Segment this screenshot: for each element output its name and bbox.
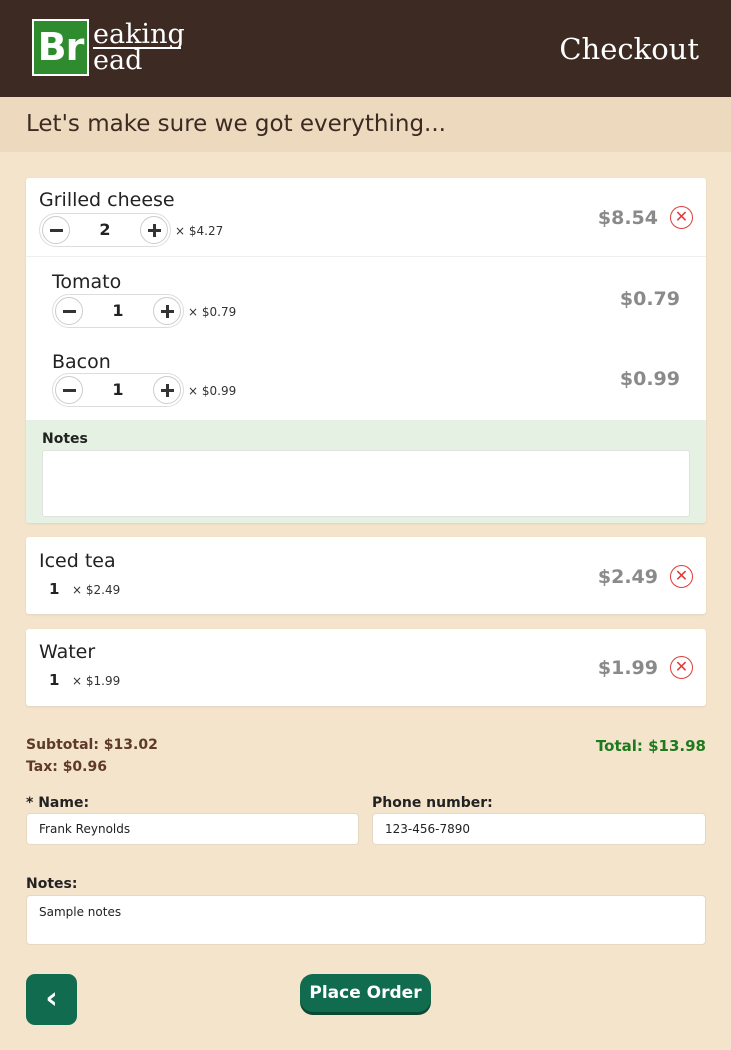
quantity-value: 1 [49,671,60,689]
close-circle-icon: ✕ [674,566,689,585]
order-item-card: Grilled cheese 2 × $4.27 $8.54 ✕ Tomato … [26,178,706,523]
addon-price: $0.79 [619,288,680,310]
subheading: Let's make sure we got everything... [26,111,446,137]
logo-symbol: Br [32,19,89,76]
place-order-button[interactable]: Place Order [300,974,431,1012]
addon-name: Tomato [52,271,122,293]
item-notes-panel: Notes [26,420,706,523]
order-notes-label: Notes: [26,876,78,892]
remove-item-button[interactable]: ✕ [670,656,693,679]
decrease-quantity-button[interactable] [55,297,83,325]
quantity-value[interactable]: 1 [89,295,147,327]
unit-price: × $4.27 [175,224,224,238]
minus-icon [63,389,76,392]
increase-quantity-button[interactable] [153,297,181,325]
quantity-value[interactable]: 1 [89,374,147,406]
increase-quantity-button[interactable] [153,376,181,404]
phone-label: Phone number: [372,795,493,811]
unit-price: × $0.79 [188,305,237,319]
logo-line-2: ead [93,45,143,76]
back-button[interactable]: ‹ [26,974,77,1025]
unit-price: × $1.99 [72,674,121,688]
quantity-stepper[interactable]: 2 [39,213,171,247]
decrease-quantity-button[interactable] [42,216,70,244]
subheading-bar: Let's make sure we got everything... [0,97,731,152]
divider [26,256,706,257]
name-field[interactable]: Frank Reynolds [26,813,359,845]
item-notes-label: Notes [42,431,88,447]
subtotal: Subtotal: $13.02 [26,737,158,753]
unit-price: × $0.99 [188,384,237,398]
item-price: $8.54 [597,207,658,229]
addon-name: Bacon [52,351,111,373]
item-name: Grilled cheese [39,189,175,211]
addon-quantity-stepper[interactable]: 1 [52,294,184,328]
item-price: $1.99 [597,657,658,679]
minus-icon [50,229,63,232]
app-header: Br eaking ead Checkout [0,0,731,97]
order-total: Total: $13.98 [595,737,706,755]
close-circle-icon: ✕ [674,657,689,676]
order-notes-field[interactable]: Sample notes [26,895,706,945]
page-title: Checkout [559,32,699,66]
quantity-value[interactable]: 2 [76,214,134,246]
close-circle-icon: ✕ [674,207,689,226]
unit-price: × $2.49 [72,583,121,597]
order-item-card: Water 1 × $1.99 $1.99 ✕ [26,629,706,706]
phone-field[interactable]: 123-456-7890 [372,813,706,845]
item-name: Water [39,641,96,663]
order-item-card: Iced tea 1 × $2.49 $2.49 ✕ [26,537,706,614]
item-name: Iced tea [39,550,116,572]
increase-quantity-button[interactable] [140,216,168,244]
decrease-quantity-button[interactable] [55,376,83,404]
logo[interactable]: Br eaking ead [32,19,185,77]
item-notes-input[interactable] [42,450,690,517]
addon-price: $0.99 [619,368,680,390]
name-label: * Name: [26,795,90,811]
remove-item-button[interactable]: ✕ [670,206,693,229]
remove-item-button[interactable]: ✕ [670,565,693,588]
chevron-left-icon: ‹ [45,981,58,1016]
tax: Tax: $0.96 [26,759,107,775]
item-price: $2.49 [597,566,658,588]
addon-quantity-stepper[interactable]: 1 [52,373,184,407]
quantity-value: 1 [49,580,60,598]
minus-icon [63,310,76,313]
